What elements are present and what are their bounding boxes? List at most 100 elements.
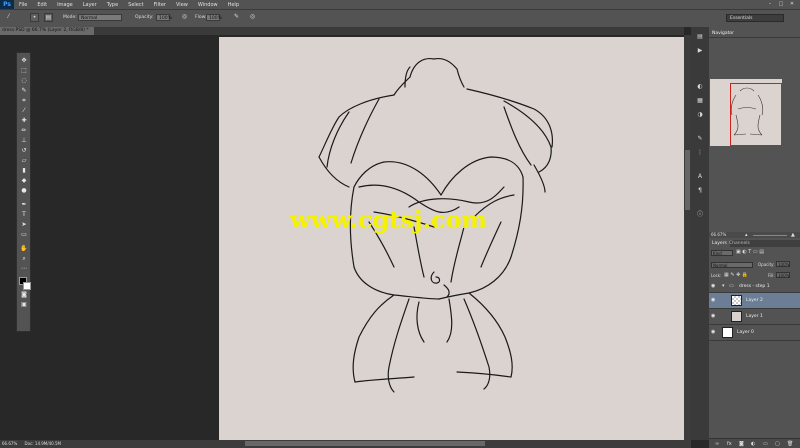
menu-filter[interactable]: Filter xyxy=(149,2,171,8)
document-canvas[interactable] xyxy=(219,37,684,440)
document-tab[interactable]: dress.PSD @ 66.7% (Layer 2, RGB/8) * × xyxy=(0,27,94,41)
screen-mode-icon[interactable]: ▣ xyxy=(20,301,28,309)
status-zoom[interactable]: 66.67% xyxy=(2,441,17,446)
delete-layer-icon[interactable]: 🗑 xyxy=(787,441,793,447)
vertical-scrollbar[interactable] xyxy=(684,35,691,440)
visibility-eye-icon[interactable]: ◉ xyxy=(711,297,715,303)
layer-thumbnail xyxy=(731,295,742,306)
rotate-view-icon[interactable]: ⋯ xyxy=(20,265,28,273)
layer-row-selected[interactable]: ◉ Layer 2 xyxy=(709,293,800,309)
history-brush-tool-icon[interactable]: ↺ xyxy=(20,147,28,155)
layer-style-icon[interactable]: fx xyxy=(727,441,732,447)
history-panel-icon[interactable]: ▤ xyxy=(695,33,705,41)
color-panel-icon[interactable]: ◐ xyxy=(695,83,705,91)
layers-panel-footer: ∞ fx ◙ ◐ ▭ ▢ 🗑 xyxy=(709,438,800,448)
brush-tool-icon[interactable]: ✏ xyxy=(20,127,28,135)
visibility-eye-icon[interactable]: ◉ xyxy=(711,283,715,289)
minimize-icon[interactable]: – xyxy=(766,1,774,7)
menu-window[interactable]: Window xyxy=(193,2,223,8)
airbrush-icon[interactable]: ✎ xyxy=(232,13,241,22)
lasso-tool-icon[interactable]: ◌ xyxy=(20,77,28,85)
maximize-icon[interactable]: □ xyxy=(777,1,785,7)
pen-tool-icon[interactable]: ✒ xyxy=(20,201,28,209)
blend-mode-select[interactable]: Normal xyxy=(711,262,753,268)
gradient-tool-icon[interactable]: ▮ xyxy=(20,167,28,175)
blur-tool-icon[interactable]: ◆ xyxy=(20,177,28,185)
dodge-tool-icon[interactable]: ● xyxy=(20,187,28,195)
zoom-tool-icon[interactable]: ⌕ xyxy=(20,255,28,263)
menu-layer[interactable]: Layer xyxy=(78,2,102,8)
layer-filter-icons[interactable]: ▣ ◐ T ▭ ▤ xyxy=(736,249,764,255)
hand-tool-icon[interactable]: ✋ xyxy=(20,245,28,253)
group-expand-icon[interactable]: ▾ xyxy=(722,283,725,289)
clone-stamp-tool-icon[interactable]: ⊥ xyxy=(20,137,28,145)
swatches-panel-icon[interactable]: ▦ xyxy=(695,97,705,105)
quick-mask-icon[interactable]: ◙ xyxy=(20,291,28,299)
menu-help[interactable]: Help xyxy=(223,2,244,8)
zoom-in-icon[interactable]: ▲ xyxy=(791,232,795,238)
zoom-out-icon[interactable]: ▴ xyxy=(745,232,748,238)
lock-icons[interactable]: ▦ ✎ ✥ 🔒 xyxy=(724,272,748,278)
visibility-eye-icon[interactable]: ◉ xyxy=(711,329,715,335)
actions-panel-icon[interactable]: ▶ xyxy=(695,47,705,55)
workspace-select[interactable]: Essentials xyxy=(726,14,784,22)
new-layer-icon[interactable]: ▢ xyxy=(775,441,780,447)
eyedropper-tool-icon[interactable]: ⁄ xyxy=(20,107,28,115)
visibility-eye-icon[interactable]: ◉ xyxy=(711,313,715,319)
eraser-tool-icon[interactable]: ▱ xyxy=(20,157,28,165)
brush-panel-icon[interactable]: ✎ xyxy=(695,135,705,143)
type-tool-icon[interactable]: T xyxy=(20,211,28,219)
link-layers-icon[interactable]: ∞ xyxy=(715,441,719,447)
paragraph-panel-icon[interactable]: ¶ xyxy=(695,187,705,195)
add-mask-icon[interactable]: ◙ xyxy=(739,441,744,447)
vertical-scroll-thumb[interactable] xyxy=(685,150,690,210)
quick-select-tool-icon[interactable]: ✎ xyxy=(20,87,28,95)
brush-size-icon[interactable]: • xyxy=(30,13,39,22)
layer-thumbnail xyxy=(722,327,733,338)
navigator-view-rectangle[interactable] xyxy=(730,83,782,146)
adjustment-layer-icon[interactable]: ◐ xyxy=(751,441,755,447)
tab-navigator[interactable]: Navigator xyxy=(709,30,738,37)
flow-input[interactable]: 100% xyxy=(206,14,222,21)
brush-preset-icon[interactable]: ⁄ xyxy=(4,13,13,22)
status-bar: 66.67% Doc: 14.9M/40.5M xyxy=(0,440,110,448)
pressure-opacity-icon[interactable]: ◎ xyxy=(180,13,189,22)
info-panel-icon[interactable]: ⓘ xyxy=(695,211,705,219)
layer-opacity-input[interactable]: 100% xyxy=(776,261,790,267)
panel-dock: ▤ ▶ ◐ ▦ ◑ ✎ ⋮ A ¶ ⓘ xyxy=(691,27,709,440)
navigator-zoom-value[interactable]: 66.67% xyxy=(711,232,726,238)
menu-image[interactable]: Image xyxy=(52,2,78,8)
mode-select[interactable]: Normal xyxy=(78,14,122,21)
menu-edit[interactable]: Edit xyxy=(32,2,52,8)
menu-bar: Ps File Edit Image Layer Type Select Fil… xyxy=(0,0,800,9)
navigator-zoom-slider[interactable] xyxy=(753,235,787,236)
path-select-tool-icon[interactable]: ➤ xyxy=(20,221,28,229)
pressure-size-icon[interactable]: ◎ xyxy=(248,13,257,22)
menu-view[interactable]: View xyxy=(171,2,193,8)
new-group-icon[interactable]: ▭ xyxy=(763,441,768,447)
opacity-input[interactable]: 100% xyxy=(156,14,172,21)
adjustments-panel-icon[interactable]: ◑ xyxy=(695,111,705,119)
marquee-tool-icon[interactable]: ⬚ xyxy=(20,67,28,75)
layer-filter-kind-select[interactable]: Kind xyxy=(711,250,733,256)
close-window-icon[interactable]: ✕ xyxy=(788,1,796,7)
menu-type[interactable]: Type xyxy=(102,2,123,8)
tab-channels[interactable]: Channels xyxy=(726,240,753,247)
character-panel-icon[interactable]: A xyxy=(695,173,705,181)
horizontal-scroll-thumb[interactable] xyxy=(245,441,485,446)
shape-tool-icon[interactable]: ▭ xyxy=(20,231,28,239)
layer-row[interactable]: ◉ Layer 1 xyxy=(709,309,800,325)
crop-tool-icon[interactable]: ⌗ xyxy=(20,97,28,105)
healing-brush-tool-icon[interactable]: ✚ xyxy=(20,117,28,125)
menu-file[interactable]: File xyxy=(14,2,32,8)
background-color-swatch[interactable] xyxy=(23,282,31,290)
brush-panel-toggle-icon[interactable]: ▤ xyxy=(44,13,53,22)
layer-row[interactable]: ◉ Layer 0 xyxy=(709,325,800,341)
menu-select[interactable]: Select xyxy=(123,2,148,8)
move-tool-icon[interactable]: ✥ xyxy=(20,57,28,65)
layer-group-row[interactable]: ◉ ▾ ▭ dress - step 1 xyxy=(709,281,800,293)
lock-label: Lock: xyxy=(711,273,722,278)
fill-input[interactable]: 100% xyxy=(776,272,790,278)
brush-presets-panel-icon[interactable]: ⋮ xyxy=(695,149,705,157)
layer-thumbnail xyxy=(731,311,742,322)
